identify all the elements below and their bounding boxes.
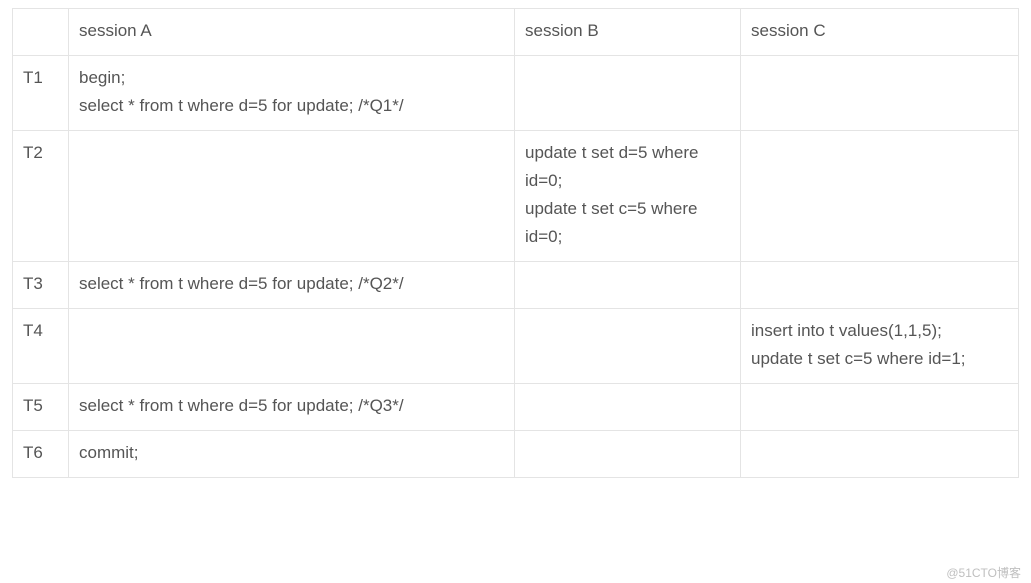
session-a-cell: commit; <box>69 431 515 478</box>
session-b-cell <box>515 56 741 131</box>
col-session-c: session C <box>741 9 1019 56</box>
session-c-cell <box>741 131 1019 262</box>
time-cell: T6 <box>13 431 69 478</box>
table-header-row: session A session B session C <box>13 9 1019 56</box>
sql-line: update t set c=5 where id=0; <box>525 195 730 251</box>
session-c-cell <box>741 431 1019 478</box>
col-session-a: session A <box>69 9 515 56</box>
time-cell: T1 <box>13 56 69 131</box>
table-row: T3 select * from t where d=5 for update;… <box>13 262 1019 309</box>
session-b-cell <box>515 309 741 384</box>
session-c-cell <box>741 384 1019 431</box>
sql-line: update t set d=5 where id=0; <box>525 139 730 195</box>
session-a-cell <box>69 131 515 262</box>
time-cell: T5 <box>13 384 69 431</box>
session-c-cell <box>741 56 1019 131</box>
session-c-cell: insert into t values(1,1,5); update t se… <box>741 309 1019 384</box>
table-row: T5 select * from t where d=5 for update;… <box>13 384 1019 431</box>
session-b-cell <box>515 384 741 431</box>
session-a-cell: select * from t where d=5 for update; /*… <box>69 262 515 309</box>
watermark: @51CTO博客 <box>946 564 1021 581</box>
table-row: T4 insert into t values(1,1,5); update t… <box>13 309 1019 384</box>
session-b-cell <box>515 262 741 309</box>
sql-line: insert into t values(1,1,5); <box>751 317 1008 345</box>
time-cell: T4 <box>13 309 69 384</box>
session-b-cell <box>515 431 741 478</box>
session-a-cell: select * from t where d=5 for update; /*… <box>69 384 515 431</box>
sql-line: update t set c=5 where id=1; <box>751 345 1008 373</box>
sql-line: begin; <box>79 64 504 92</box>
table-row: T6 commit; <box>13 431 1019 478</box>
session-b-cell: update t set d=5 where id=0; update t se… <box>515 131 741 262</box>
session-a-cell <box>69 309 515 384</box>
table-row: T2 update t set d=5 where id=0; update t… <box>13 131 1019 262</box>
session-c-cell <box>741 262 1019 309</box>
table-row: T1 begin; select * from t where d=5 for … <box>13 56 1019 131</box>
col-session-b: session B <box>515 9 741 56</box>
time-cell: T2 <box>13 131 69 262</box>
sessions-table: session A session B session C T1 begin; … <box>12 8 1019 478</box>
session-a-cell: begin; select * from t where d=5 for upd… <box>69 56 515 131</box>
sql-line: select * from t where d=5 for update; /*… <box>79 92 504 120</box>
col-time <box>13 9 69 56</box>
time-cell: T3 <box>13 262 69 309</box>
